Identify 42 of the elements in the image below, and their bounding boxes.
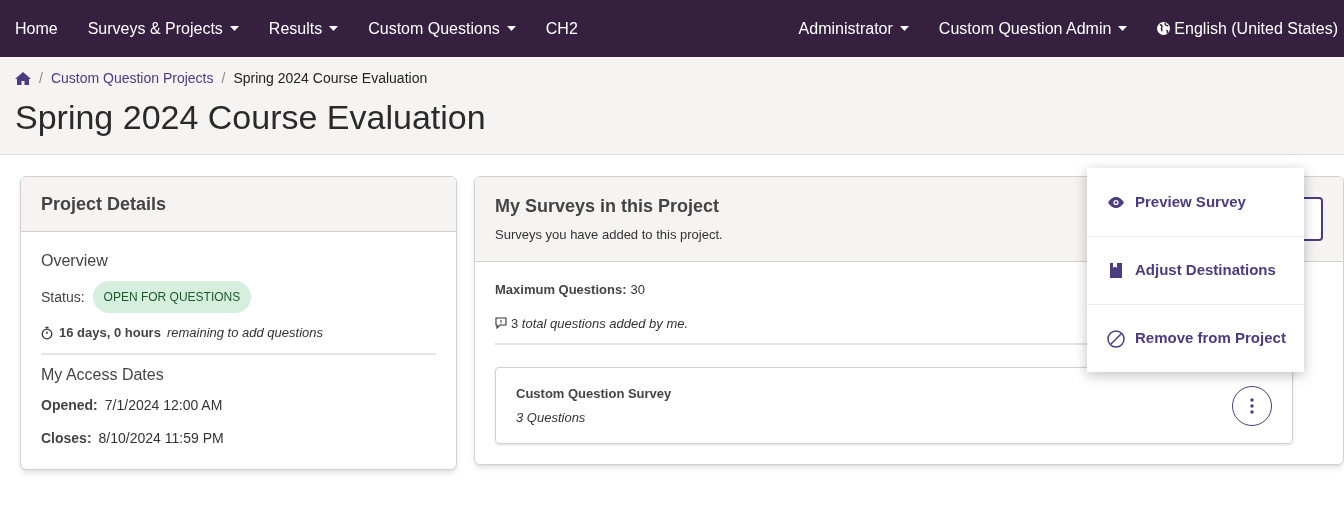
date-label: Closes: — [41, 428, 92, 448]
date-value: 7/1/2024 12:00 AM — [104, 395, 223, 415]
survey-name: Custom Question Survey — [516, 384, 672, 403]
bookmark-icon — [1107, 263, 1125, 278]
section-heading: Overview — [41, 251, 108, 271]
eye-icon — [1107, 196, 1125, 208]
nav-link[interactable]: Custom Question Admin — [923, 0, 1143, 57]
status-badge: OPEN FOR QUESTIONS — [92, 281, 252, 313]
nav-link[interactable]: Home — [0, 0, 73, 57]
nav-link[interactable]: English (United States) — [1142, 0, 1344, 57]
card-title: Project Details — [41, 192, 167, 216]
menu-item[interactable]: Remove from Project — [1087, 304, 1304, 372]
nav-link[interactable]: Results — [253, 0, 354, 57]
section-heading: My Access Dates — [41, 364, 164, 385]
ban-icon — [1107, 329, 1125, 348]
stopwatch-icon — [41, 325, 53, 340]
comment-icon — [495, 317, 507, 330]
dots-icon — [1250, 397, 1254, 414]
time-remaining: 16 days, 0 hours — [59, 324, 161, 342]
globe-icon — [1157, 22, 1171, 35]
nav-link[interactable]: Custom Questions — [353, 0, 531, 57]
card-title: My Surveys in this Project — [495, 195, 720, 219]
nav-link[interactable]: Administrator — [783, 0, 924, 57]
max-questions-label: Maximum Questions: — [495, 281, 627, 299]
date-value: 8/10/2024 11:59 PM — [98, 428, 224, 448]
home-icon[interactable] — [15, 72, 31, 85]
status-label: Status: — [41, 287, 85, 307]
max-questions-value: 30 — [630, 281, 645, 299]
date-label: Opened: — [41, 395, 98, 415]
menu-item[interactable]: Adjust Destinations — [1087, 236, 1304, 304]
question-count: 3 Questions — [516, 409, 586, 427]
card-subtitle: Surveys you have added to this project. — [495, 226, 723, 245]
nav-link[interactable]: CH2 — [530, 0, 593, 57]
breadcrumb-separator: / — [39, 69, 43, 88]
menu-item[interactable]: Preview Survey — [1087, 168, 1304, 236]
breadcrumb-link[interactable]: Custom Question Projects — [50, 68, 214, 89]
breadcrumb-separator: / — [221, 69, 226, 88]
nav-link[interactable]: Surveys & Projects — [72, 0, 254, 57]
breadcrumb-current: Spring 2024 Course Evaluation — [233, 69, 428, 88]
page-title: Spring 2024 Course Evaluation — [15, 97, 486, 137]
time-note: remaining to add questions — [166, 324, 323, 342]
total-questions-note: 3 total questions added by me. — [511, 314, 689, 333]
